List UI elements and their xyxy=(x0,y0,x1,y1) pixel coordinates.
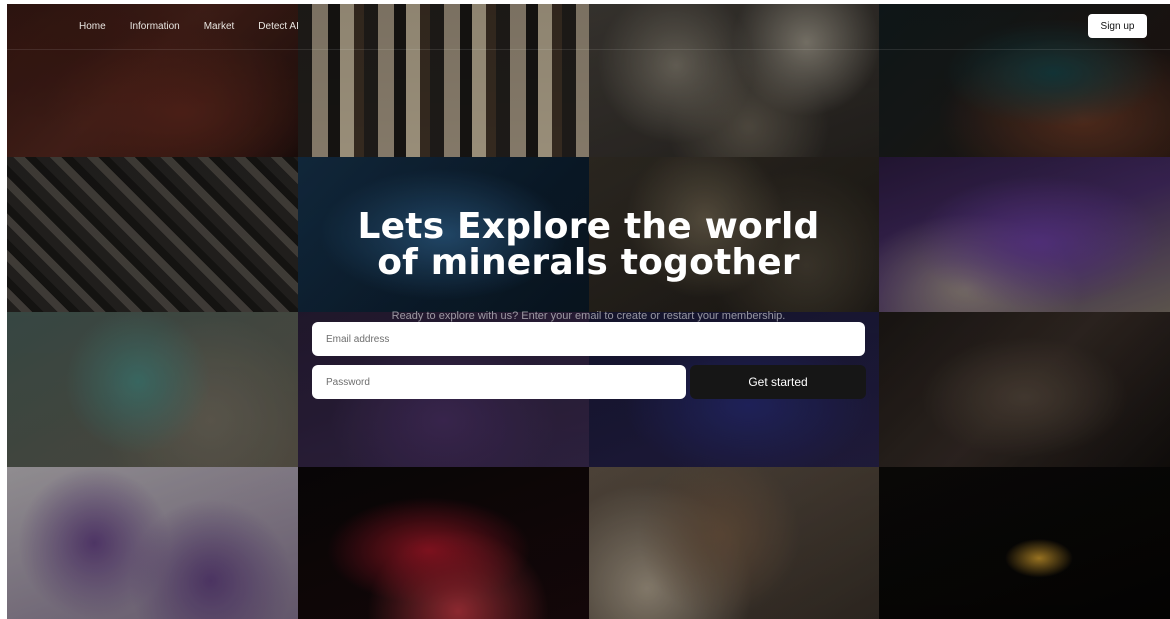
nav-links: Home Information Market Detect AI xyxy=(79,21,299,32)
signup-button[interactable]: Sign up xyxy=(1088,14,1147,38)
top-nav: Home Information Market Detect AI Sign u… xyxy=(7,4,1170,50)
nav-link-information[interactable]: Information xyxy=(130,21,180,32)
nav-link-home[interactable]: Home xyxy=(79,21,106,32)
mineral-image-amber-crystal xyxy=(879,467,1170,619)
nav-link-market[interactable]: Market xyxy=(204,21,235,32)
hero-headline-line2: of minerals togother xyxy=(377,242,800,283)
get-started-button[interactable]: Get started xyxy=(690,365,866,399)
hero-section: Home Information Market Detect AI Sign u… xyxy=(7,4,1170,619)
hero-subtitle: Ready to explore with us? Enter your ema… xyxy=(391,310,786,322)
hero-headline: Lets Explore the world of minerals togot… xyxy=(7,209,1170,281)
mineral-image-amethyst-gems xyxy=(7,467,298,619)
mineral-image-teal-fluorite xyxy=(7,312,298,467)
nav-link-detect-ai[interactable]: Detect AI xyxy=(258,21,299,32)
password-input[interactable] xyxy=(312,365,686,399)
mineral-image-dark-ore xyxy=(879,312,1170,467)
email-input[interactable] xyxy=(312,322,865,356)
hero-headline-line1: Lets Explore the world xyxy=(357,206,820,247)
mineral-image-brown-quartz xyxy=(588,467,880,619)
mineral-image-red-crystal xyxy=(297,467,589,619)
